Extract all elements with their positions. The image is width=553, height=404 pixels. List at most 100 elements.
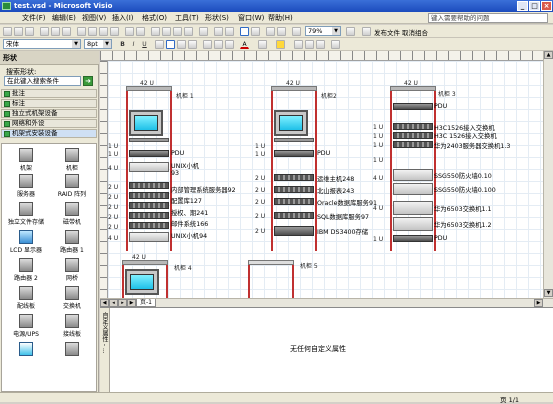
rack4-monitor[interactable] — [125, 269, 159, 295]
shape-bridge[interactable]: 网桥 — [50, 258, 94, 282]
rack2-device[interactable] — [274, 186, 314, 193]
help-search-input[interactable]: 键入需要帮助的问题 — [428, 13, 548, 23]
align-bottom-icon[interactable] — [225, 40, 234, 49]
rack1-device[interactable] — [129, 182, 169, 189]
menu-help[interactable]: 帮助(H) — [268, 13, 293, 23]
font-combo[interactable]: 宋体 ▼ — [3, 39, 81, 49]
maximize-button[interactable]: □ — [529, 1, 540, 11]
scroll-up-icon[interactable]: ▲ — [544, 51, 553, 59]
rack3-firewall[interactable] — [393, 169, 433, 181]
menu-edit[interactable]: 编辑(E) — [52, 13, 76, 23]
rack1-device[interactable] — [129, 202, 169, 209]
line-pattern-icon[interactable] — [305, 40, 314, 49]
shadow-icon[interactable] — [331, 40, 340, 49]
rack3-pdu[interactable] — [393, 103, 433, 110]
shape-extra-2[interactable] — [50, 342, 94, 357]
vertical-scrollbar[interactable]: ▲ ▼ — [543, 51, 553, 298]
connector-tool-icon[interactable] — [251, 27, 260, 36]
stencil-callouts[interactable]: 标注 — [1, 99, 97, 108]
menu-shape[interactable]: 形状(S) — [205, 13, 229, 23]
rack3-pdu[interactable] — [393, 235, 433, 242]
drawing-tools-icon[interactable] — [277, 27, 286, 36]
preview-icon[interactable] — [51, 27, 60, 36]
rack3-core-switch[interactable] — [393, 217, 433, 231]
line-weight-icon[interactable] — [294, 40, 303, 49]
new-icon[interactable] — [3, 27, 12, 36]
shape-lcd-monitor[interactable]: LCD 显示器 — [4, 230, 48, 254]
publish-label[interactable]: 发布文件 — [374, 27, 400, 37]
pointer-tool-icon[interactable] — [240, 27, 249, 36]
line-color-icon[interactable] — [258, 40, 267, 49]
page-tab[interactable]: 页-1 — [136, 299, 156, 307]
format-painter-icon[interactable] — [110, 27, 119, 36]
shape-raid[interactable]: RAID 阵列 — [50, 174, 94, 198]
drawing-canvas[interactable]: 42 U 机柜 1 1 U 1 U 4 U 2 U 2 U 2 U 2 U 2 … — [108, 61, 543, 298]
help-icon[interactable] — [346, 27, 355, 36]
shape-power-strip[interactable]: 接线板 — [50, 314, 94, 338]
rack1-device[interactable] — [129, 192, 169, 199]
rack-5[interactable] — [248, 265, 294, 298]
rack2-device[interactable] — [274, 174, 314, 181]
shape-tape-drive[interactable]: 磁带机 — [50, 202, 94, 226]
zoom-combo[interactable]: 79% ▼ — [305, 26, 341, 36]
menu-insert[interactable]: 插入(I) — [112, 13, 134, 23]
zoom-in-icon[interactable] — [292, 27, 301, 36]
rack2-storage[interactable] — [274, 226, 314, 236]
stencil-freestanding-rack[interactable]: 独立式机架设备 — [1, 109, 97, 118]
font-size-combo[interactable]: 8pt ▼ — [84, 39, 112, 49]
rack1-device[interactable] — [129, 162, 169, 172]
scroll-right-icon[interactable]: ▶ — [534, 299, 543, 307]
stencil-annotations[interactable]: 批注 — [1, 89, 97, 98]
shape-rack[interactable]: 机架 — [4, 148, 48, 172]
shape-router-2[interactable]: 路由器 2 — [4, 258, 48, 282]
align-center-icon[interactable] — [166, 40, 175, 49]
rack2-device[interactable] — [274, 212, 314, 219]
menu-file[interactable]: 文件(F) — [22, 13, 46, 23]
rack2-pdu[interactable] — [274, 150, 314, 157]
scroll-down-icon[interactable]: ▼ — [544, 289, 553, 297]
shape-router-1[interactable]: 路由器 1 — [50, 230, 94, 254]
search-shapes-input[interactable]: 在此键入搜索条件 — [4, 76, 81, 86]
align-right-icon[interactable] — [177, 40, 186, 49]
cut-icon[interactable] — [77, 27, 86, 36]
publish-icon[interactable] — [362, 27, 371, 36]
stencil-network-peripherals[interactable]: 网络和外设 — [1, 119, 97, 128]
menu-window[interactable]: 窗口(W) — [238, 13, 264, 23]
menu-view[interactable]: 视图(V) — [82, 13, 106, 23]
print-icon[interactable] — [40, 27, 49, 36]
fill-color-icon[interactable] — [276, 40, 285, 49]
font-color-icon[interactable]: A — [240, 40, 249, 49]
page-first-icon[interactable]: ◀ — [100, 299, 109, 307]
menu-tools[interactable]: 工具(T) — [175, 13, 199, 23]
page-prev-icon[interactable]: ◂ — [109, 299, 118, 307]
connector-icon[interactable] — [162, 27, 171, 36]
align-top-icon[interactable] — [203, 40, 212, 49]
shape-extra-1[interactable] — [4, 342, 48, 357]
cancel-group-label[interactable]: 取消组合 — [402, 27, 428, 37]
text-icon[interactable] — [266, 27, 275, 36]
close-button[interactable]: × — [541, 1, 552, 11]
align-middle-icon[interactable] — [214, 40, 223, 49]
connection-point-icon[interactable] — [214, 27, 223, 36]
rack3-switch[interactable] — [393, 141, 433, 148]
align-left-icon[interactable] — [155, 40, 164, 49]
search-go-arrow-icon[interactable]: ➜ — [83, 76, 93, 86]
rack1-monitor[interactable] — [129, 110, 163, 136]
bold-button[interactable]: B — [118, 40, 127, 49]
underline-button[interactable]: U — [140, 40, 149, 49]
shape-switch[interactable]: 交换机 — [50, 286, 94, 310]
rack3-core-switch[interactable] — [393, 201, 433, 215]
shape-standalone-storage[interactable]: 独立文件存储 — [4, 202, 48, 226]
rack2-monitor[interactable] — [274, 110, 308, 136]
text-tool-icon[interactable] — [173, 27, 182, 36]
shape-patch-panel[interactable]: 配线板 — [4, 286, 48, 310]
rack3-firewall[interactable] — [393, 183, 433, 195]
shape-cabinet[interactable]: 机柜 — [50, 148, 94, 172]
custom-properties-tab[interactable]: 自定义属性 - ... — [100, 308, 110, 393]
line-ends-icon[interactable] — [316, 40, 325, 49]
shape-server[interactable]: 服务器 — [4, 174, 48, 198]
horizontal-scrollbar[interactable]: ◀ ◂ ▸ ▶ 页-1 ▶ — [100, 298, 553, 307]
rack3-switch[interactable] — [393, 123, 433, 130]
paste-icon[interactable] — [99, 27, 108, 36]
italic-button[interactable]: I — [129, 40, 138, 49]
